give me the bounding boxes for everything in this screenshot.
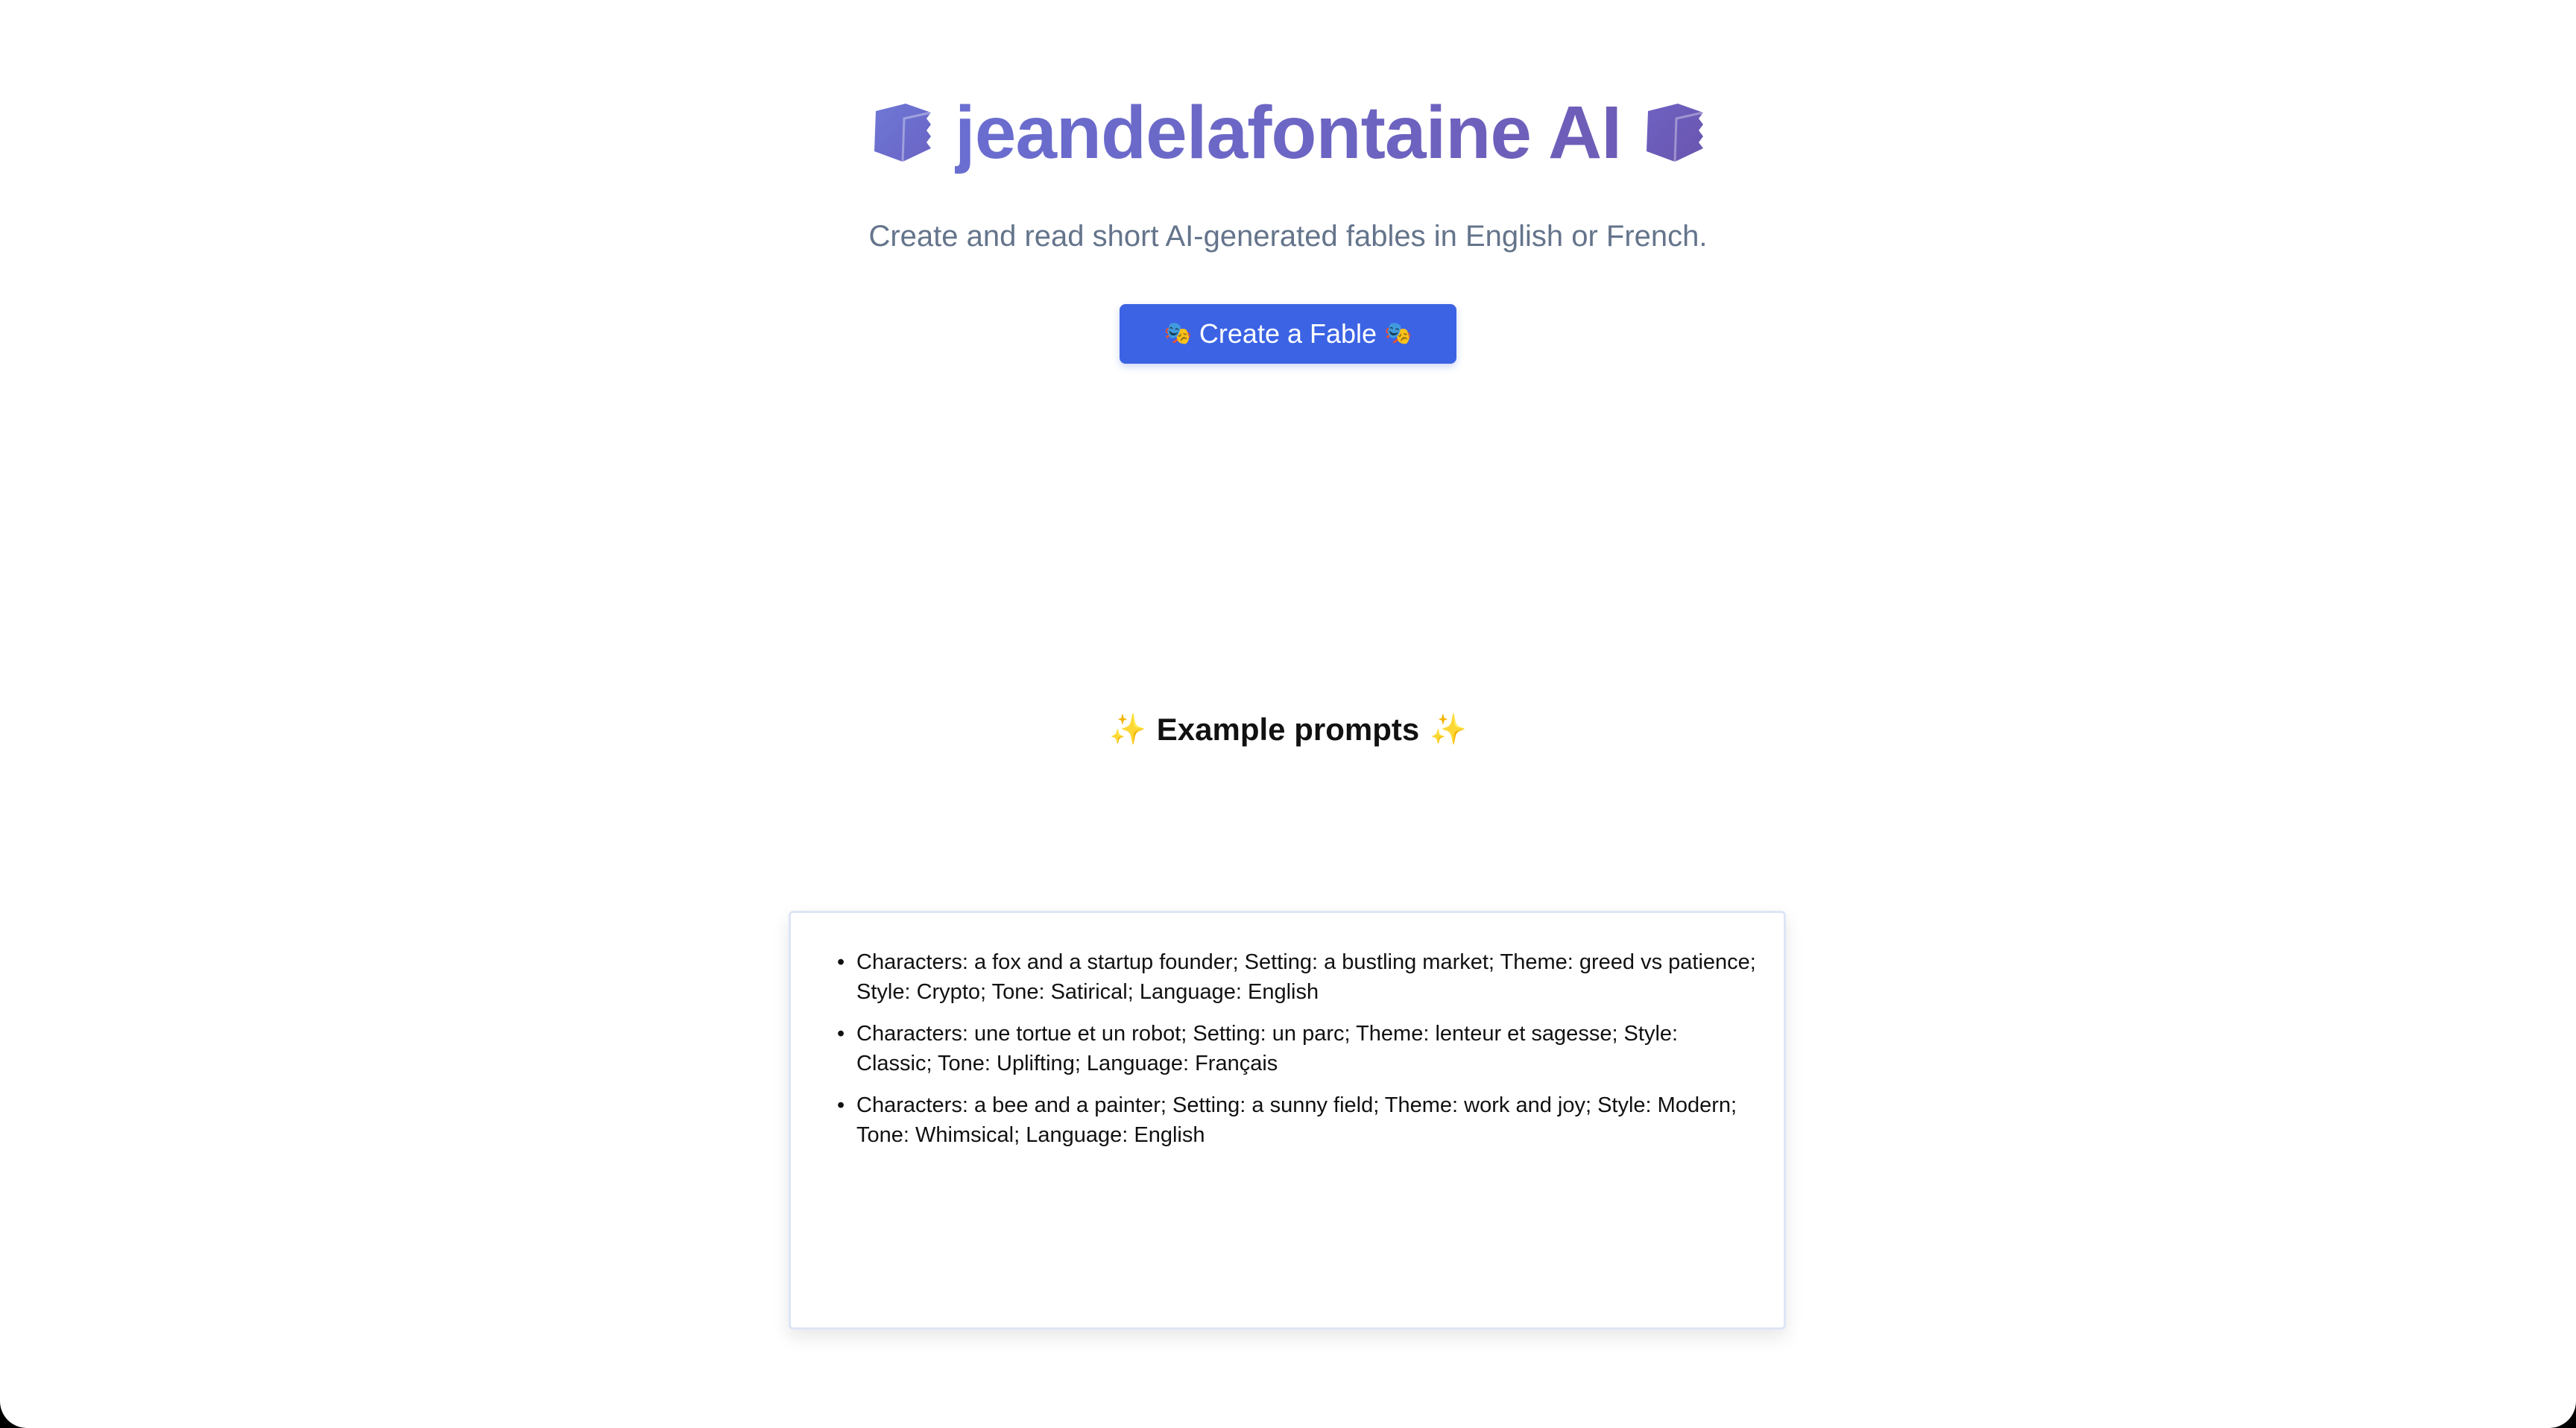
example-prompts-list: • Characters: a fox and a startup founde… — [837, 947, 1758, 1162]
example-prompt-text: Characters: une tortue et un robot; Sett… — [856, 1022, 1679, 1075]
bullet-icon: • — [837, 950, 845, 974]
create-fable-label: Create a Fable — [1199, 318, 1377, 349]
create-fable-button[interactable]: 🎭 Create a Fable 🎭 — [1120, 304, 1456, 364]
closed-book-icon — [1641, 99, 1708, 166]
example-prompt-text: Characters: a fox and a startup founder;… — [856, 950, 1756, 1004]
example-prompts-title: Example prompts — [1156, 712, 1420, 747]
app-title: jeandelafontaine AI — [955, 88, 1622, 177]
example-prompts-panel: • Characters: a fox and a startup founde… — [789, 911, 1786, 1330]
example-prompt-item[interactable]: • Characters: a fox and a startup founde… — [837, 947, 1758, 1007]
example-prompts-heading: ✨ Example prompts ✨ — [0, 708, 2576, 751]
sparkles-icon: ✨ — [1108, 713, 1146, 746]
bullet-icon: • — [837, 1022, 845, 1046]
closed-book-icon — [868, 99, 935, 166]
theater-masks-icon: 🎭 — [1384, 321, 1412, 346]
app-header: jeandelafontaine AI — [0, 88, 2576, 177]
sparkles-icon: ✨ — [1430, 713, 1468, 746]
example-prompt-text: Characters: a bee and a painter; Setting… — [856, 1093, 1737, 1147]
app-subtitle: Create and read short AI-generated fable… — [868, 220, 1708, 253]
bullet-icon: • — [837, 1093, 845, 1117]
example-prompt-item[interactable]: • Characters: une tortue et un robot; Se… — [837, 1019, 1758, 1078]
theater-masks-icon: 🎭 — [1164, 321, 1192, 346]
example-prompt-item[interactable]: • Characters: a bee and a painter; Setti… — [837, 1090, 1758, 1150]
page: jeandelafontaine AI Create and read shor… — [0, 0, 2576, 1428]
